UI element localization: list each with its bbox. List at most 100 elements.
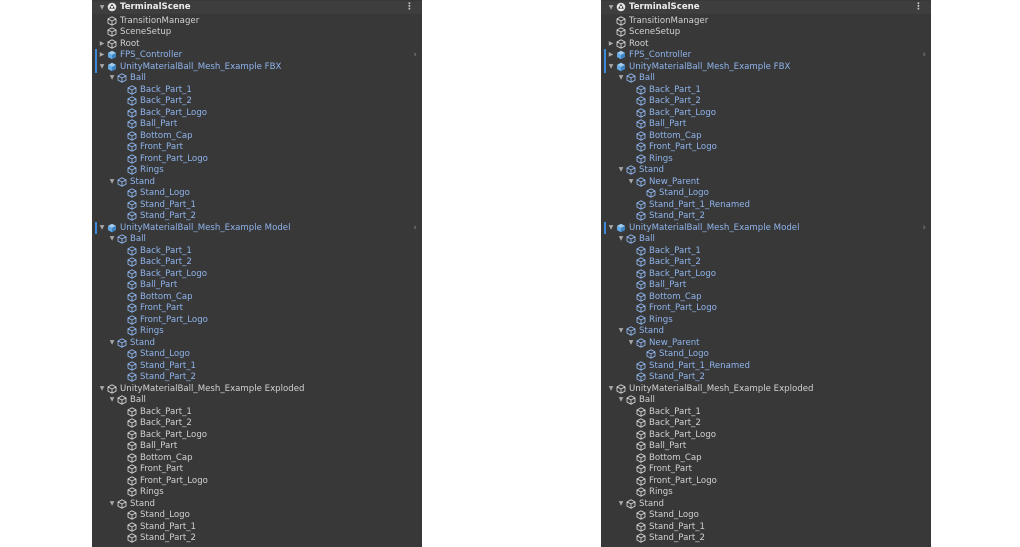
hierarchy-row[interactable]: Stand_Part_2 [601,371,931,383]
hierarchy-row[interactable]: Bottom_Cap [601,291,931,303]
hierarchy-row[interactable]: Front_Part_Logo [601,302,931,314]
hierarchy-row[interactable]: ▼ Stand [601,498,931,510]
expand-arrow-icon[interactable]: ▼ [98,222,106,234]
collapse-arrow-icon[interactable]: ▶ [98,49,106,61]
hierarchy-row[interactable]: Bottom_Cap [601,130,931,142]
hierarchy-row[interactable]: ▼ Stand [601,325,931,337]
expand-arrow-icon[interactable]: ▼ [108,498,116,510]
hierarchy-row[interactable]: Bottom_Cap [601,452,931,464]
hierarchy-row[interactable]: ▼ UnityMaterialBall_Mesh_Example Exploded [601,383,931,395]
hierarchy-row[interactable]: ▶ FPS_Controller › [92,49,422,61]
hierarchy-row[interactable]: Back_Part_Logo [92,268,422,280]
hierarchy-row[interactable]: Stand_Part_1 [92,360,422,372]
hierarchy-row[interactable]: Back_Part_2 [92,417,422,429]
hierarchy-row[interactable]: Stand_Logo [601,187,931,199]
kebab-menu-icon[interactable]: ⋮ [405,1,414,14]
hierarchy-row[interactable]: Ball_Part [92,118,422,130]
hierarchy-row[interactable]: ▼ Stand [601,164,931,176]
hierarchy-row[interactable]: Ball_Part [601,279,931,291]
hierarchy-row[interactable]: Bottom_Cap [92,291,422,303]
hierarchy-row[interactable]: ▶ Root [92,38,422,50]
expand-arrow-icon[interactable]: ▼ [98,383,106,395]
hierarchy-row[interactable]: Front_Part_Logo [601,141,931,153]
hierarchy-row[interactable]: ▼ Ball [601,233,931,245]
expand-arrow-icon[interactable]: ▼ [108,337,116,349]
expand-arrow-icon[interactable]: ▼ [98,1,106,14]
hierarchy-row[interactable]: Back_Part_Logo [92,107,422,119]
hierarchy-row[interactable]: Stand_Part_1 [92,199,422,211]
hierarchy-row[interactable]: ▼ Ball [601,72,931,84]
hierarchy-row[interactable]: ▼ Ball [92,394,422,406]
collapse-arrow-icon[interactable]: ▶ [607,49,615,61]
hierarchy-row[interactable]: Ball_Part [601,440,931,452]
hierarchy-row[interactable]: ▼ Ball [92,233,422,245]
expand-arrow-icon[interactable]: ▼ [617,72,625,84]
chevron-right-icon[interactable]: › [413,49,417,61]
hierarchy-row[interactable]: ▼ UnityMaterialBall_Mesh_Example Model › [601,221,931,234]
chevron-right-icon[interactable]: › [922,49,926,61]
hierarchy-row[interactable]: Bottom_Cap [92,130,422,142]
chevron-right-icon[interactable]: › [922,222,926,234]
expand-arrow-icon[interactable]: ▼ [617,325,625,337]
hierarchy-row[interactable]: Back_Part_1 [92,406,422,418]
collapse-arrow-icon[interactable]: ▶ [607,38,615,50]
hierarchy-row[interactable]: Stand_Part_1 [92,521,422,533]
hierarchy-row[interactable]: ▶ Root [601,38,931,50]
hierarchy-row[interactable]: Back_Part_Logo [601,429,931,441]
hierarchy-row[interactable]: ▼ UnityMaterialBall_Mesh_Example FBX [92,60,422,73]
hierarchy-row[interactable]: Rings [92,486,422,498]
hierarchy-row[interactable]: Stand_Part_2 [601,210,931,222]
hierarchy-row[interactable]: Stand_Logo [92,509,422,521]
hierarchy-row[interactable]: Rings [92,164,422,176]
hierarchy-row[interactable]: Front_Part_Logo [92,314,422,326]
hierarchy-row[interactable]: Stand_Logo [601,509,931,521]
hierarchy-row[interactable]: Back_Part_2 [601,417,931,429]
hierarchy-row[interactable]: ▼ New_Parent [601,176,931,188]
hierarchy-row[interactable]: ▼ Ball [92,72,422,84]
hierarchy-row[interactable]: Stand_Logo [92,348,422,360]
hierarchy-row[interactable]: TransitionManager [92,15,422,27]
expand-arrow-icon[interactable]: ▼ [607,383,615,395]
expand-arrow-icon[interactable]: ▼ [617,164,625,176]
hierarchy-row[interactable]: Stand_Part_2 [92,532,422,544]
hierarchy-row[interactable]: Back_Part_2 [601,256,931,268]
hierarchy-row[interactable]: Rings [601,314,931,326]
expand-arrow-icon[interactable]: ▼ [607,61,615,73]
hierarchy-row[interactable]: ▼ Stand [92,337,422,349]
hierarchy-row[interactable]: ▶ FPS_Controller › [601,49,931,61]
hierarchy-row[interactable]: ▼ UnityMaterialBall_Mesh_Example Exploded [92,383,422,395]
hierarchy-row[interactable]: Rings [601,486,931,498]
hierarchy-row[interactable]: Back_Part_1 [92,245,422,257]
expand-arrow-icon[interactable]: ▼ [627,337,635,349]
hierarchy-row[interactable]: Front_Part [92,302,422,314]
hierarchy-row[interactable]: Back_Part_Logo [92,429,422,441]
hierarchy-row[interactable]: ▼ Stand [92,176,422,188]
hierarchy-row[interactable]: Front_Part [92,141,422,153]
hierarchy-row[interactable]: Stand_Part_1 [601,521,931,533]
hierarchy-row[interactable]: Stand_Part_2 [92,210,422,222]
hierarchy-row[interactable]: Back_Part_2 [92,95,422,107]
expand-arrow-icon[interactable]: ▼ [108,233,116,245]
hierarchy-row[interactable]: Ball_Part [601,118,931,130]
hierarchy-row[interactable]: Back_Part_1 [601,84,931,96]
hierarchy-row[interactable]: ▼ Ball [601,394,931,406]
expand-arrow-icon[interactable]: ▼ [617,498,625,510]
expand-arrow-icon[interactable]: ▼ [108,394,116,406]
hierarchy-row[interactable]: Front_Part_Logo [601,475,931,487]
hierarchy-row[interactable]: Stand_Part_2 [92,371,422,383]
hierarchy-row[interactable]: ▼ UnityMaterialBall_Mesh_Example Model › [92,221,422,234]
expand-arrow-icon[interactable]: ▼ [108,72,116,84]
expand-arrow-icon[interactable]: ▼ [627,176,635,188]
expand-arrow-icon[interactable]: ▼ [617,233,625,245]
hierarchy-row[interactable]: SceneSetup [92,26,422,38]
hierarchy-row[interactable]: Stand_Part_1_Renamed [601,199,931,211]
scene-header[interactable]: ▼ TerminalScene ⋮ [92,1,422,14]
kebab-menu-icon[interactable]: ⋮ [914,1,923,14]
hierarchy-row[interactable]: Rings [601,153,931,165]
hierarchy-row[interactable]: Back_Part_1 [92,84,422,96]
hierarchy-row[interactable]: Ball_Part [92,279,422,291]
expand-arrow-icon[interactable]: ▼ [617,394,625,406]
hierarchy-row[interactable]: Bottom_Cap [92,452,422,464]
hierarchy-row[interactable]: ▼ Stand [92,498,422,510]
hierarchy-row[interactable]: Back_Part_1 [601,245,931,257]
